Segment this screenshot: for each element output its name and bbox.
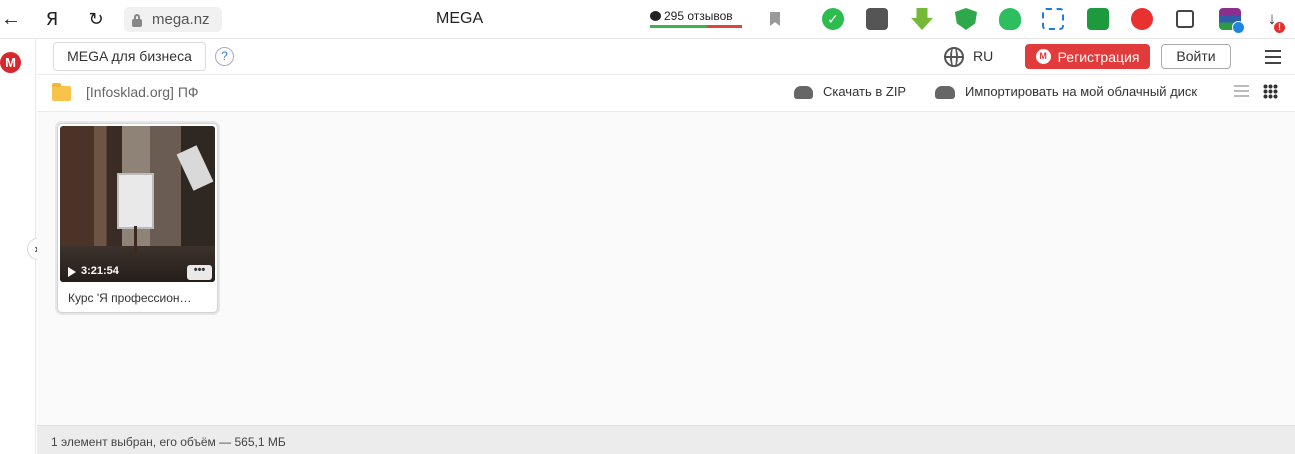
download-arrow-extension-icon[interactable]	[911, 8, 933, 30]
play-icon	[68, 267, 76, 277]
folder-toolbar: [Infosklad.org] ПФ Скачать в ZIP Импорти…	[37, 75, 1295, 112]
cloud-download-icon[interactable]	[794, 86, 813, 99]
video-thumbnail[interactable]: 3:21:54 •••	[60, 126, 215, 282]
import-to-cloud-button[interactable]: Импортировать на мой облачный диск	[965, 84, 1197, 99]
video-duration: 3:21:54	[81, 265, 119, 277]
bookmark-icon[interactable]	[770, 12, 780, 26]
app-header: MEGA для бизнеса ? RU M Регистрация Войт…	[37, 39, 1295, 75]
screenshot-crop-extension-icon[interactable]	[1042, 8, 1064, 30]
menu-icon[interactable]	[1265, 50, 1281, 64]
browser-toolbar: ← Я ↻ mega.nz MEGA 295 отзывов ✓ ↓	[0, 0, 1295, 39]
register-button[interactable]: M Регистрация	[1025, 44, 1150, 69]
folder-icon	[52, 83, 71, 101]
selection-status: 1 элемент выбран, его объём — 565,1 МБ	[51, 435, 286, 449]
page-title: MEGA	[436, 10, 484, 27]
login-button[interactable]: Войти	[1161, 44, 1231, 69]
mega-logo-icon[interactable]: M	[0, 52, 21, 73]
puzzle-extensions-icon[interactable]	[1176, 10, 1194, 28]
back-icon[interactable]: ←	[1, 8, 21, 30]
file-grid: 3:21:54 ••• Курс 'Я профессион…	[37, 112, 1295, 425]
cloud-import-icon[interactable]	[935, 86, 955, 99]
grid-view-icon[interactable]	[1263, 84, 1278, 99]
reviews-count: 295 отзывов	[664, 9, 733, 23]
file-card[interactable]: 3:21:54 ••• Курс 'Я профессион…	[57, 123, 218, 313]
checkmark-extension-icon[interactable]: ✓	[822, 8, 844, 30]
file-name: Курс 'Я профессион…	[68, 291, 192, 305]
x-extension-icon[interactable]	[1087, 8, 1109, 30]
chat-bubble-icon	[650, 11, 661, 21]
reviews-rating-bar	[650, 25, 742, 28]
lock-icon	[131, 13, 143, 27]
archive-extension-icon[interactable]	[1219, 8, 1245, 34]
reload-icon[interactable]: ↻	[87, 8, 105, 30]
downloads-icon[interactable]: ↓	[1262, 8, 1285, 33]
globe-icon[interactable]	[944, 47, 964, 67]
business-button[interactable]: MEGA для бизнеса	[53, 42, 206, 71]
register-label: Регистрация	[1057, 48, 1140, 65]
red-circle-extension-icon[interactable]	[1131, 8, 1153, 30]
list-view-icon[interactable]	[1234, 85, 1249, 99]
status-bar: 1 элемент выбран, его объём — 565,1 МБ	[37, 425, 1295, 454]
shield-extension-icon[interactable]	[955, 8, 977, 30]
yandex-logo-icon[interactable]: Я	[44, 8, 60, 30]
mega-small-logo-icon: M	[1035, 49, 1051, 64]
evernote-extension-icon[interactable]	[999, 8, 1021, 30]
address-bar[interactable]: mega.nz	[124, 7, 222, 32]
more-options-button[interactable]: •••	[187, 265, 212, 280]
breadcrumb[interactable]: [Infosklad.org] ПФ	[86, 84, 199, 100]
language-selector[interactable]: RU	[973, 48, 993, 64]
reviews-widget[interactable]: 295 отзывов	[650, 7, 742, 29]
address-url: mega.nz	[152, 11, 210, 28]
box-extension-icon[interactable]	[866, 8, 888, 30]
help-icon[interactable]: ?	[215, 47, 234, 66]
download-zip-button[interactable]: Скачать в ZIP	[823, 84, 906, 99]
